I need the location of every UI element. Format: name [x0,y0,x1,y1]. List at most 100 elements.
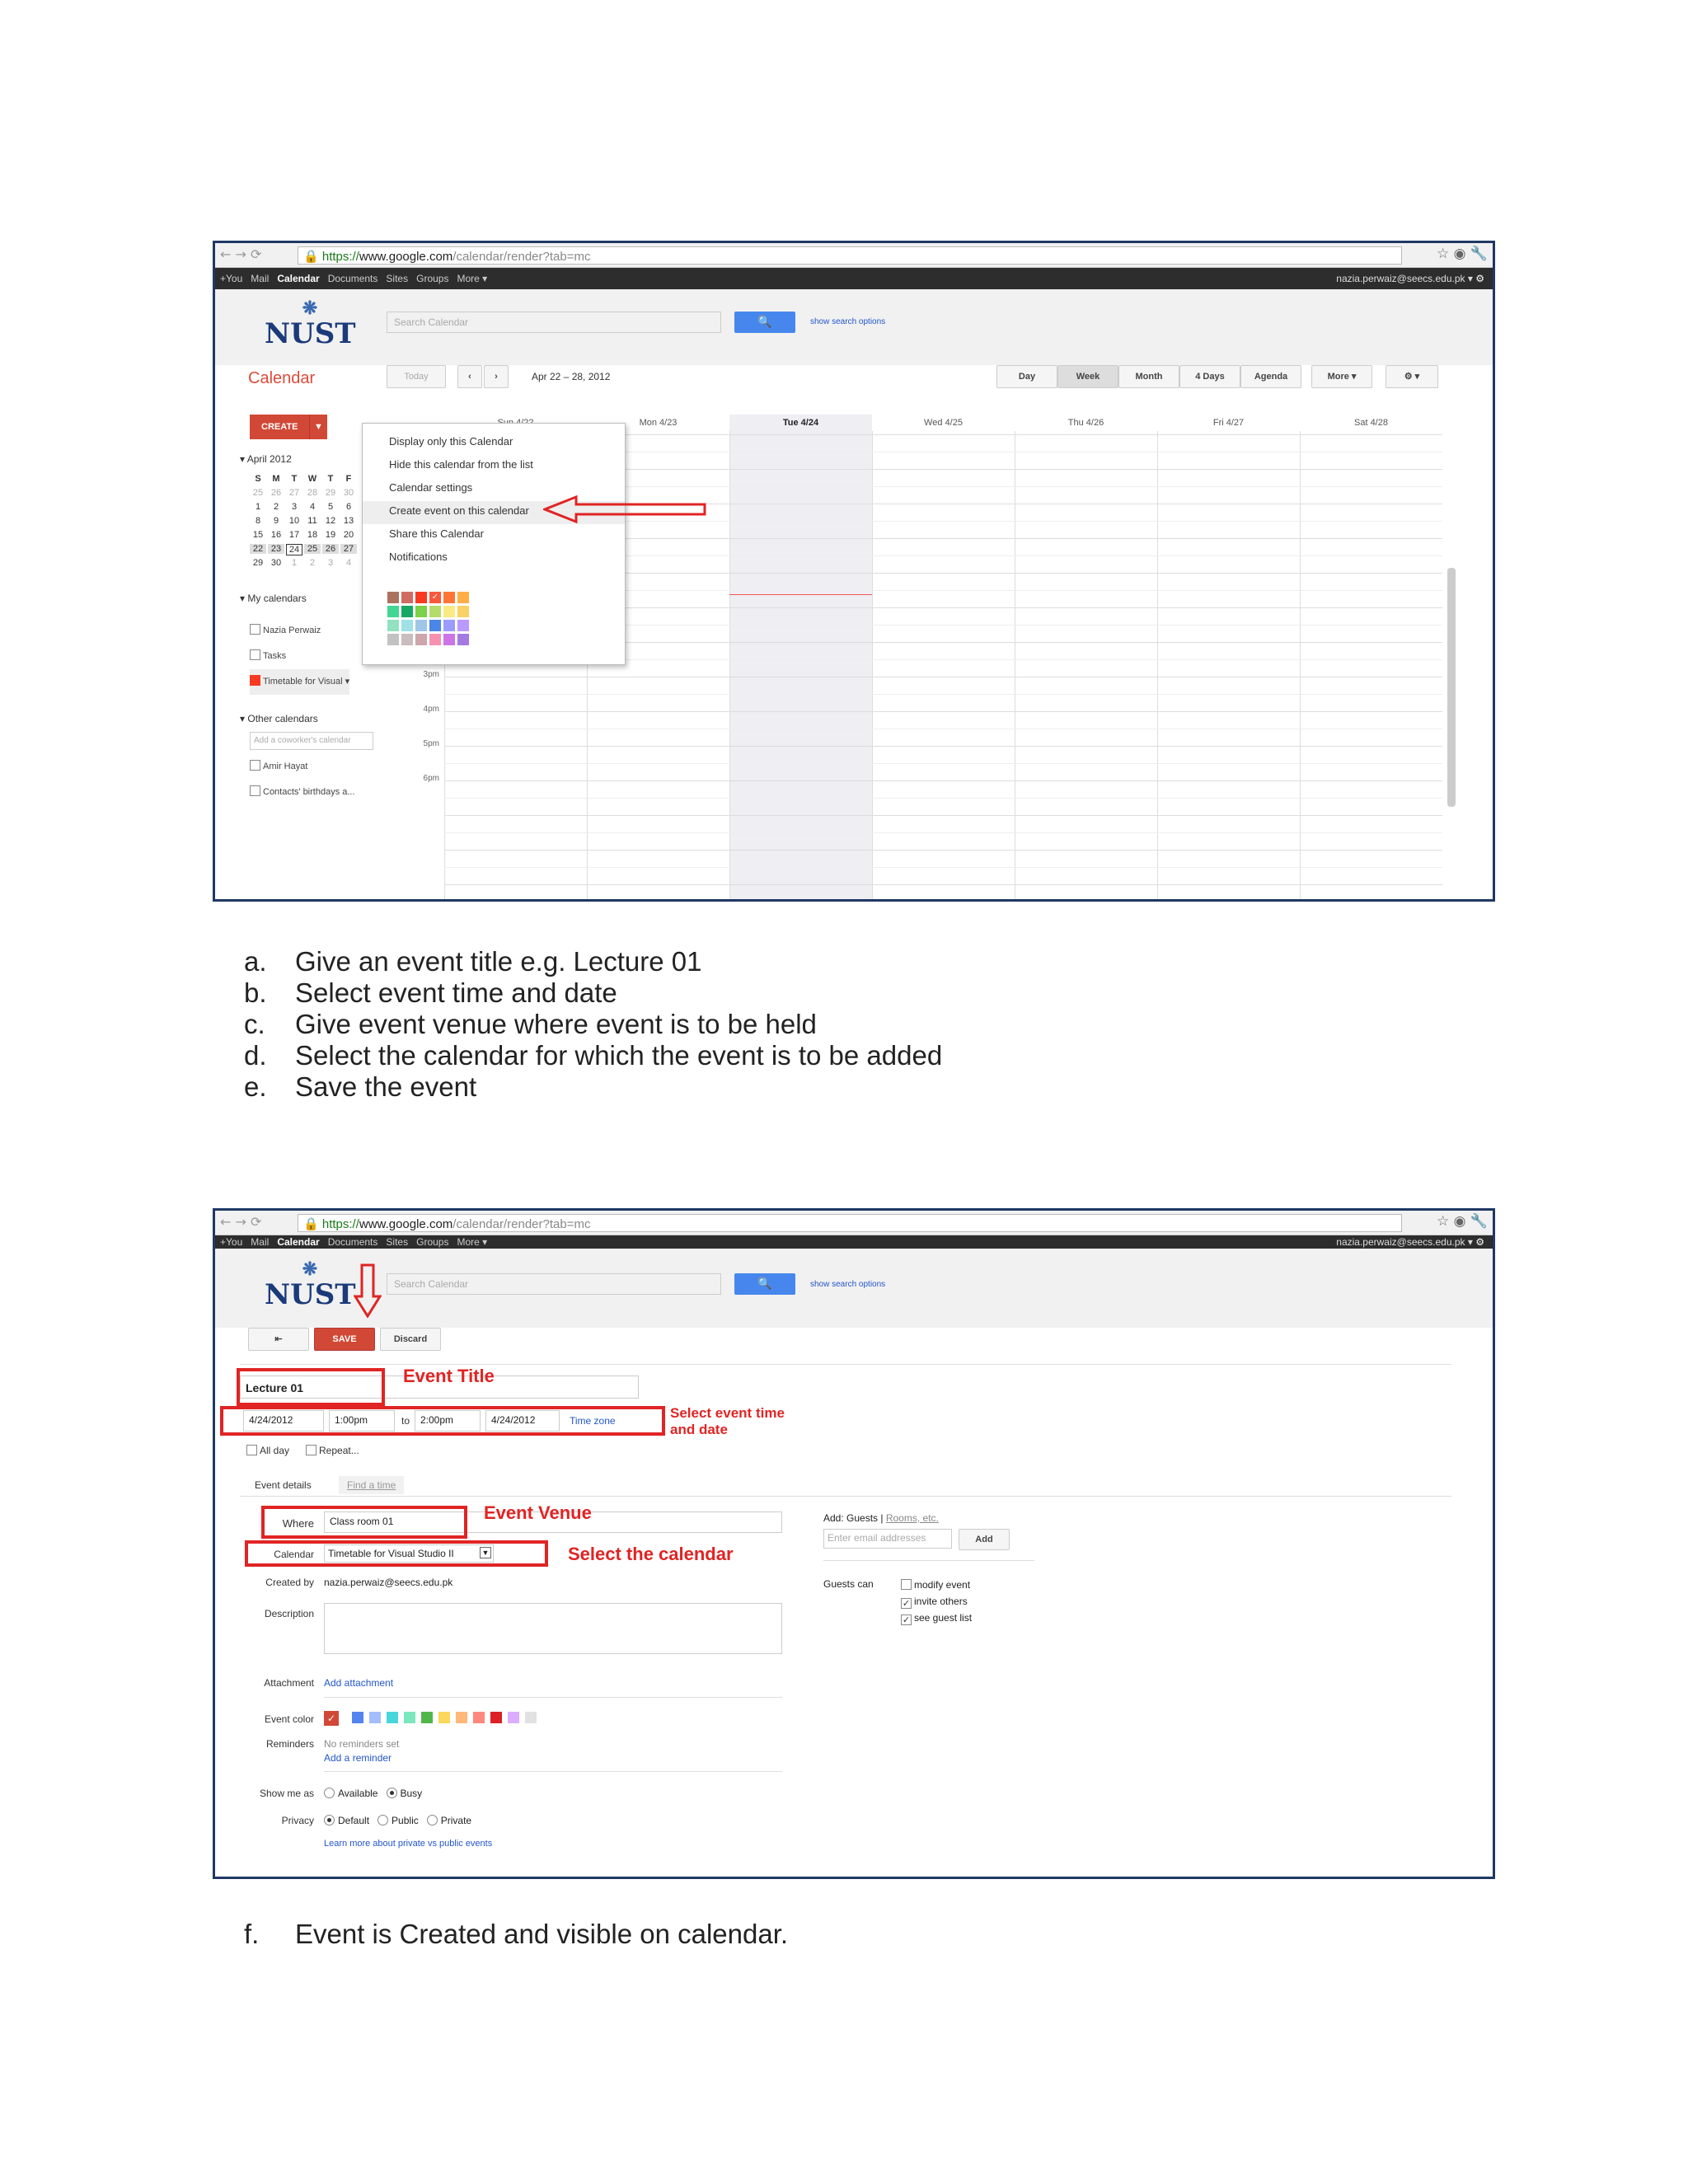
mini-cal-day[interactable]: 16 [268,530,284,540]
event-color-swatch[interactable] [421,1712,433,1723]
menu-item[interactable]: Share this Calendar [363,524,625,547]
color-swatch[interactable] [401,592,413,603]
mini-cal-day[interactable]: 3 [286,502,302,512]
nav-buttons[interactable]: ← → ⟳ [220,1214,261,1230]
color-swatch[interactable]: ✓ [429,592,441,603]
event-color-swatch[interactable] [525,1712,537,1723]
show-search-options-link[interactable]: show search options [810,317,885,326]
event-color-palette[interactable] [352,1712,566,1727]
checkbox[interactable] [250,785,260,796]
mini-cal-day[interactable]: 15 [250,530,266,540]
next-button[interactable]: › [484,365,509,388]
checkbox[interactable] [250,675,260,686]
mini-cal-day[interactable]: 26 [268,488,284,498]
calendar-item[interactable]: Timetable for Visual ▾ [250,669,350,695]
color-swatch[interactable] [443,634,455,645]
mini-cal-day[interactable]: 9 [268,516,284,526]
back-button[interactable]: ⇤ [248,1328,309,1351]
search-input[interactable]: Search Calendar [387,1273,721,1295]
gbar-documents[interactable]: Documents [328,273,378,284]
event-color-swatch[interactable] [404,1712,415,1723]
gbar-mail[interactable]: Mail [251,273,269,284]
mini-cal-day[interactable]: 22 [250,544,266,554]
mini-cal-day[interactable]: 26 [322,544,339,554]
mini-cal-day[interactable]: 4 [304,502,321,512]
mini-cal-day[interactable]: 4 [340,558,357,568]
mini-cal-day[interactable]: 5 [322,502,339,512]
gbar-groups[interactable]: Groups [416,273,448,284]
mini-cal-day[interactable]: 30 [340,488,357,498]
mini-cal-day[interactable]: 20 [340,530,357,540]
mini-cal-day[interactable]: 23 [268,544,284,554]
mini-cal-day[interactable]: 3 [322,558,339,568]
calendar-item[interactable]: Nazia Perwaiz [250,618,349,644]
radio-public[interactable] [377,1815,389,1825]
other-calendars-header[interactable]: ▾ Other calendars [240,713,318,724]
all-day-option[interactable]: All day [246,1445,289,1456]
gbar-sites[interactable]: Sites [386,273,408,284]
view-day[interactable]: Day [996,365,1057,388]
event-color-swatch[interactable] [352,1712,363,1723]
radio-busy[interactable] [386,1788,397,1798]
mini-cal-day[interactable]: 17 [286,530,302,540]
checkbox-checked[interactable]: ✓ [901,1615,912,1625]
mini-cal-day[interactable]: 19 [322,530,339,540]
mini-cal-day[interactable]: 1 [250,502,266,512]
checkbox[interactable] [250,649,260,660]
event-color-swatch[interactable] [369,1712,381,1723]
gbar-user[interactable]: nazia.perwaiz@seecs.edu.pk ▾ [1336,273,1473,284]
color-swatch[interactable] [415,606,427,617]
gbar-documents[interactable]: Documents [328,1236,378,1248]
color-swatch[interactable] [457,592,469,603]
save-button[interactable]: SAVE [314,1328,375,1351]
mini-cal-day[interactable]: 10 [286,516,302,526]
mini-cal-day[interactable]: 12 [322,516,339,526]
mini-cal-day[interactable]: 13 [340,516,357,526]
mini-cal-day[interactable]: 25 [304,544,321,554]
address-bar[interactable]: 🔒 https://www.google.com/calendar/render… [298,246,1402,265]
color-swatch[interactable] [429,620,441,631]
tab-find-time[interactable]: Find a time [339,1476,405,1494]
prev-button[interactable]: ‹ [457,365,482,388]
repeat-option[interactable]: Repeat... [306,1445,359,1456]
view-week[interactable]: Week [1057,365,1118,388]
color-swatch[interactable] [429,634,441,645]
color-swatch[interactable] [401,620,413,631]
color-swatch[interactable] [387,620,399,631]
calendar-item[interactable]: Amir Hayat [250,754,355,780]
color-swatch[interactable] [387,606,399,617]
mini-cal-day[interactable]: 27 [286,488,302,498]
selected-color-check-icon[interactable]: ✓ [324,1711,339,1726]
calendar-item[interactable]: Contacts' birthdays a... [250,780,355,805]
checkbox-checked[interactable]: ✓ [901,1598,912,1609]
mini-cal-day[interactable]: 29 [322,488,339,498]
mini-cal-day[interactable]: 30 [268,558,284,568]
settings-button[interactable]: ⚙ ▾ [1386,365,1438,388]
gbar-user[interactable]: nazia.perwaiz@seecs.edu.pk ▾ [1336,1236,1473,1248]
checkbox[interactable] [250,760,260,771]
gbar-calendar[interactable]: Calendar [277,273,319,284]
color-swatch[interactable] [415,634,427,645]
event-color-swatch[interactable] [438,1712,450,1723]
menu-item[interactable]: Display only this Calendar [363,432,625,455]
mini-cal-day[interactable]: 27 [340,544,357,554]
checkbox[interactable] [250,624,260,635]
color-palette[interactable]: ✓ [387,592,486,658]
mini-cal-day[interactable]: 1 [286,558,302,568]
guest-option[interactable]: modify event [901,1577,972,1593]
show-search-options-link[interactable]: show search options [810,1280,885,1289]
checkbox[interactable] [306,1445,316,1455]
day-header[interactable]: Fri 4/27 [1157,418,1300,428]
search-button[interactable]: 🔍 [734,312,795,333]
nav-buttons[interactable]: ← → ⟳ [220,246,261,262]
gbar-calendar[interactable]: Calendar [277,1236,319,1248]
add-attachment-link[interactable]: Add attachment [324,1677,393,1689]
add-coworker-input[interactable]: Add a coworker's calendar [250,732,373,750]
calendar-item[interactable]: Tasks [250,644,349,669]
tab-event-details[interactable]: Event details [248,1476,318,1496]
gbar-more[interactable]: More ▾ [457,1236,487,1248]
mini-cal-day[interactable]: 6 [340,502,357,512]
menu-item[interactable]: Hide this calendar from the list [363,455,625,478]
radio-available[interactable] [324,1788,335,1798]
star-icon[interactable]: ☆ ◉ 🔧 [1437,246,1488,262]
